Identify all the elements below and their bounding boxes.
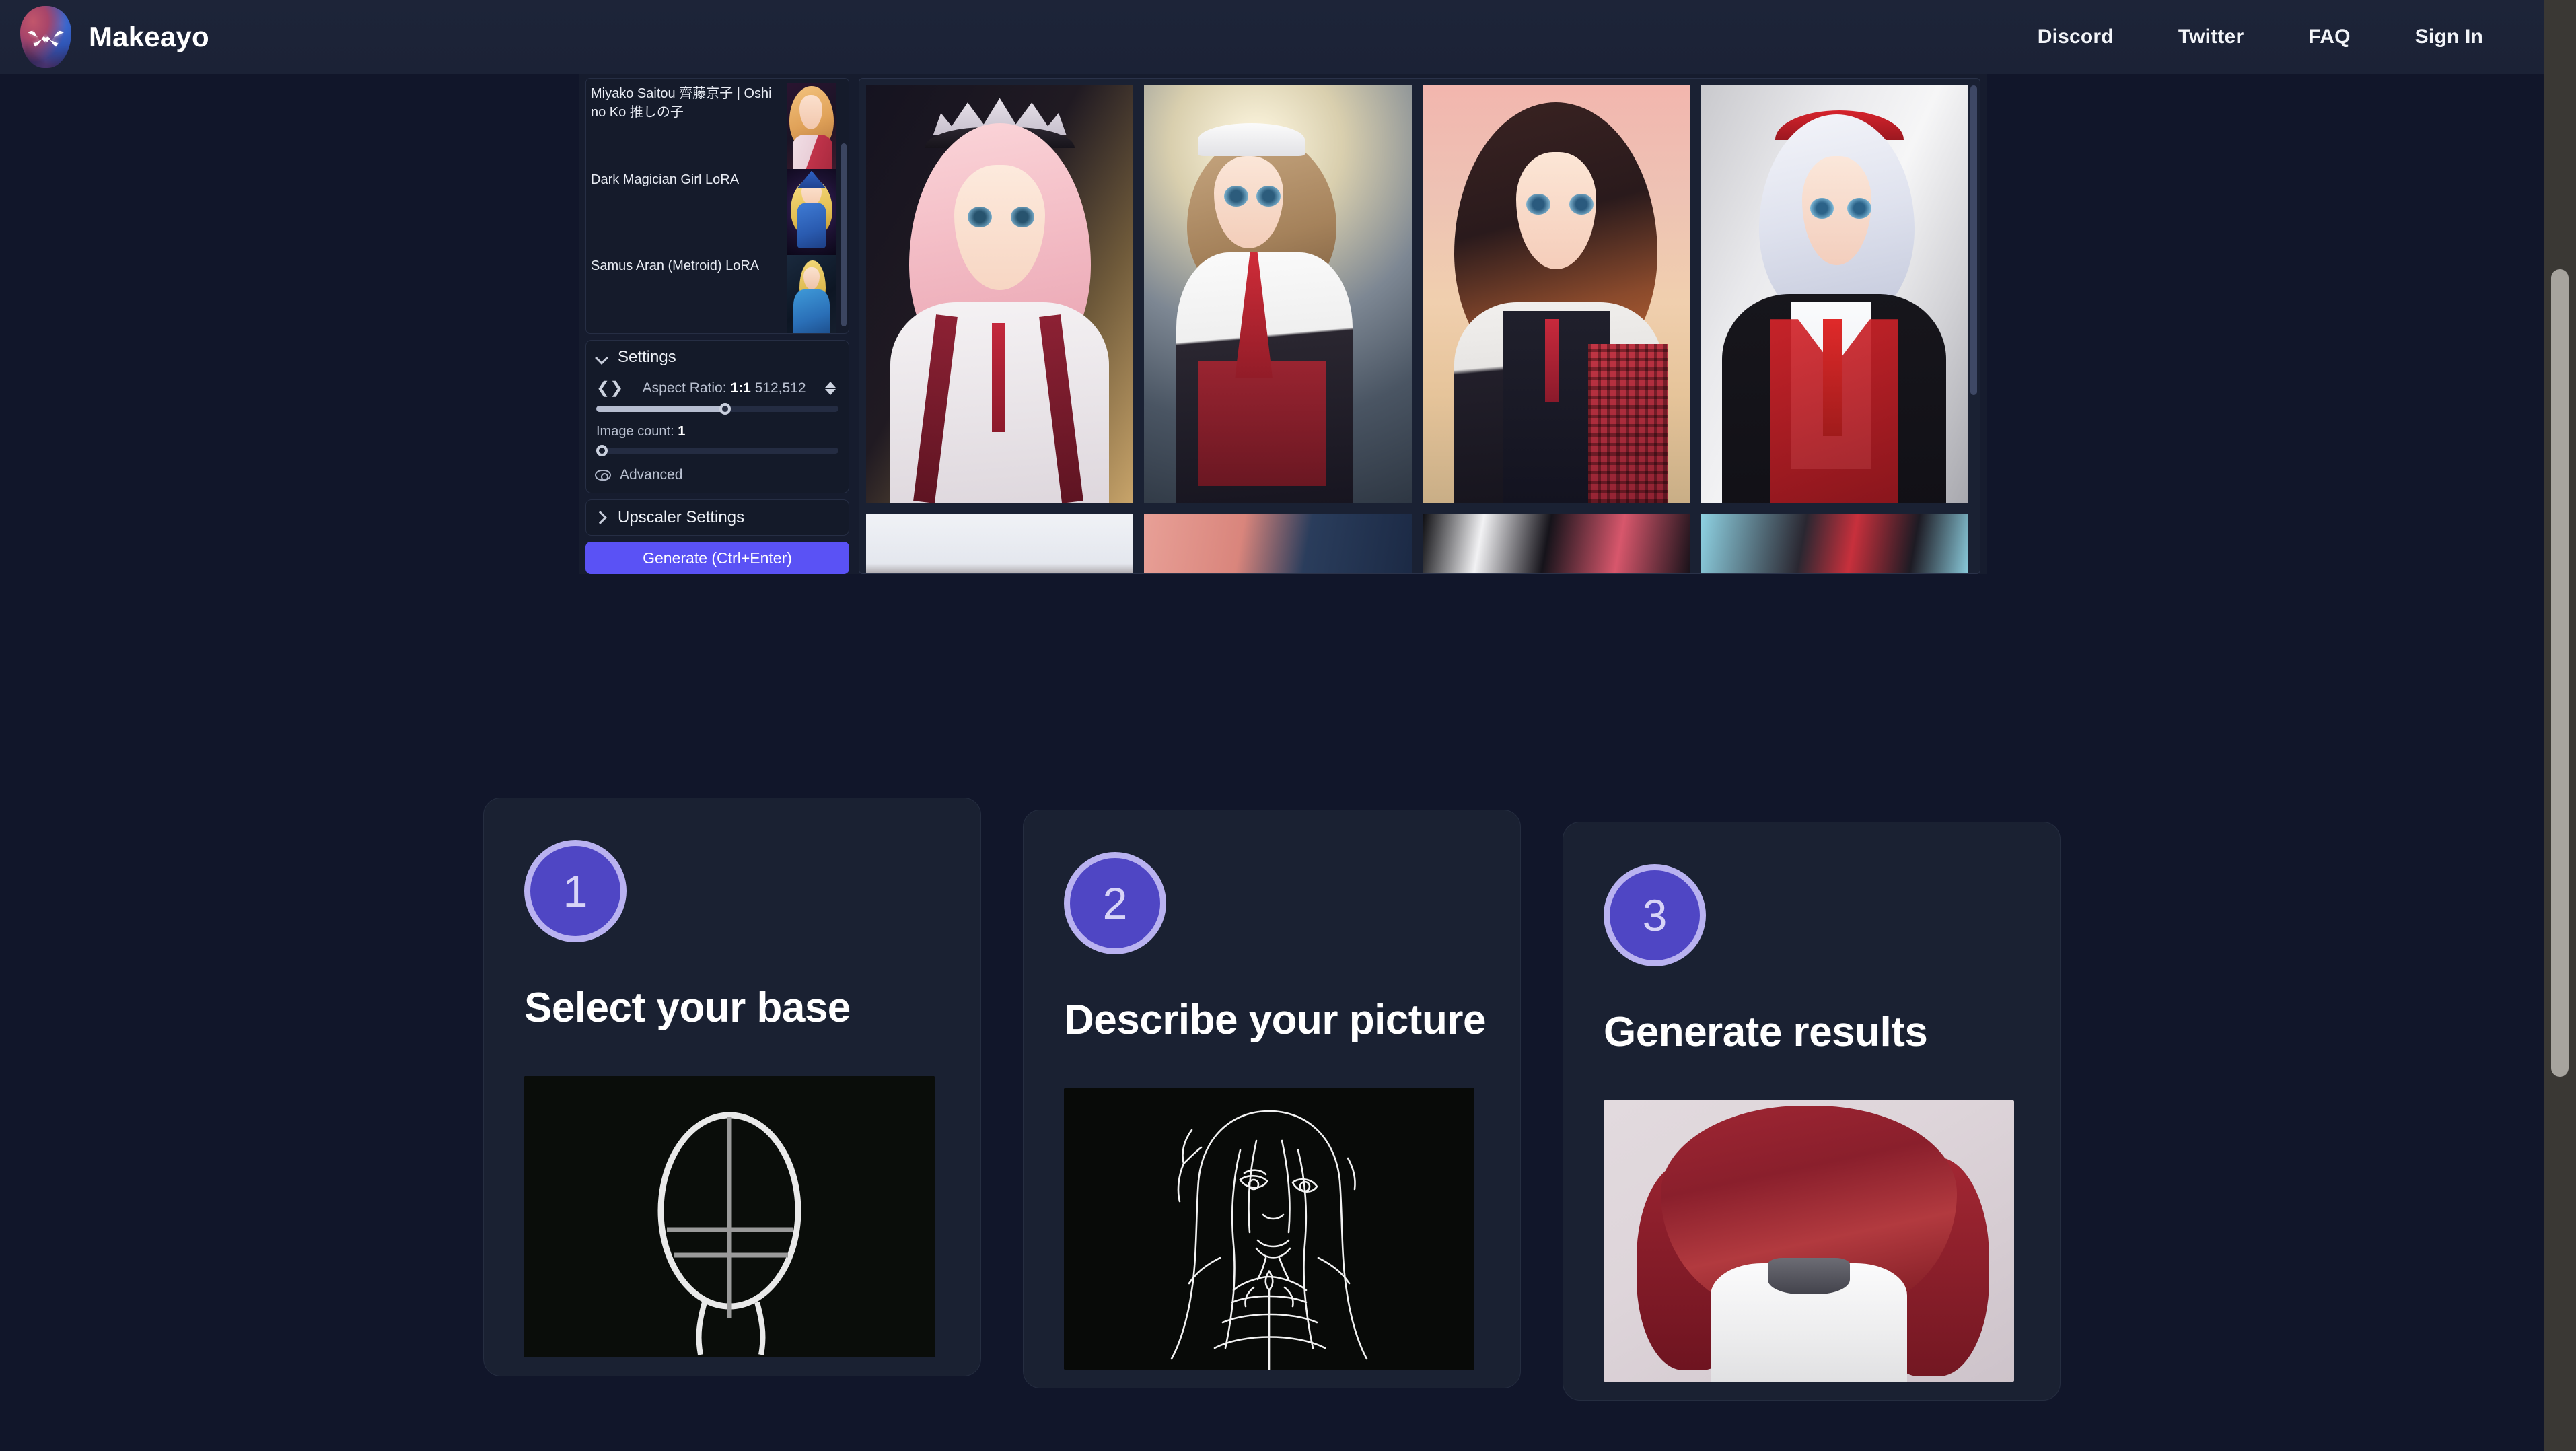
gallery-image[interactable] bbox=[1144, 514, 1412, 573]
gallery-image[interactable] bbox=[866, 514, 1134, 573]
lora-title: Samus Aran (Metroid) LoRA bbox=[591, 258, 760, 273]
step-thumbnail-result bbox=[1604, 1100, 2014, 1382]
upscaler-settings-title: Upscaler Settings bbox=[618, 508, 745, 527]
aspect-ratio-slider[interactable] bbox=[596, 403, 838, 415]
advanced-toggle[interactable]: Advanced bbox=[595, 467, 840, 483]
eye-icon bbox=[595, 470, 611, 481]
aspect-ratio-row: ❮❯ Aspect Ratio: 1:1 512,512 bbox=[595, 380, 840, 396]
gallery-image[interactable] bbox=[1422, 85, 1690, 503]
page-root: Makeayo Discord Twitter FAQ Sign In Miya… bbox=[0, 0, 2576, 1451]
aspect-ratio-text: Aspect Ratio: bbox=[642, 380, 727, 396]
image-count-label: Image count: 1 bbox=[596, 424, 838, 439]
upscaler-settings-header[interactable]: Upscaler Settings bbox=[585, 499, 849, 536]
generator-app-embed: Miyako Saitou 齊藤京子 | Oshi no Ko 推しの子 Dar… bbox=[579, 73, 1987, 574]
gallery-row-primary bbox=[866, 85, 1968, 503]
page-scrollbar-thumb[interactable] bbox=[2551, 269, 2569, 1077]
lora-list-panel[interactable]: Miyako Saitou 齊藤京子 | Oshi no Ko 推しの子 Dar… bbox=[585, 78, 849, 334]
aspect-ratio-value: 1:1 bbox=[730, 380, 751, 396]
makeayo-logo-icon bbox=[20, 6, 71, 68]
generator-controls-column: Miyako Saitou 齊藤京子 | Oshi no Ko 推しの子 Dar… bbox=[585, 78, 849, 574]
brand-logo[interactable]: Makeayo bbox=[20, 6, 209, 68]
settings-title: Settings bbox=[618, 348, 676, 367]
generated-image-gallery bbox=[859, 78, 1980, 574]
lora-thumbnail bbox=[787, 255, 836, 334]
nav-link-faq[interactable]: FAQ bbox=[2308, 26, 2350, 48]
nav-link-sign-in[interactable]: Sign In bbox=[2415, 26, 2483, 48]
aspect-ratio-prev-next-icon[interactable]: ❮❯ bbox=[596, 380, 623, 396]
image-count-value: 1 bbox=[678, 424, 686, 439]
gallery-image[interactable] bbox=[1700, 514, 1968, 573]
step-card-3: 3 Generate results bbox=[1563, 822, 2061, 1401]
settings-header[interactable]: Settings bbox=[595, 348, 840, 367]
how-it-works-steps: 1 Select your base 2 Describe your pictu… bbox=[0, 798, 2544, 1401]
step-title: Describe your picture bbox=[1064, 997, 1486, 1043]
gallery-row-secondary bbox=[866, 514, 1968, 573]
lora-thumbnail bbox=[787, 169, 836, 255]
step-card-1: 1 Select your base bbox=[483, 798, 981, 1376]
step-thumbnail-base bbox=[524, 1076, 935, 1357]
gallery-image[interactable] bbox=[1700, 85, 1968, 503]
lora-title: Miyako Saitou 齊藤京子 | Oshi no Ko 推しの子 bbox=[591, 86, 772, 120]
gallery-scrollbar[interactable] bbox=[1970, 85, 1977, 395]
top-navigation-bar: Makeayo Discord Twitter FAQ Sign In bbox=[0, 0, 2544, 74]
settings-panel: Settings ❮❯ Aspect Ratio: 1:1 512,512 Im… bbox=[585, 340, 849, 494]
step-number-badge: 2 bbox=[1064, 852, 1166, 954]
lora-list-scrollbar[interactable] bbox=[841, 143, 847, 326]
aspect-ratio-dimensions: 512,512 bbox=[754, 380, 806, 396]
chevron-right-icon bbox=[595, 511, 608, 524]
list-item[interactable]: Miyako Saitou 齊藤京子 | Oshi no Ko 推しの子 bbox=[586, 79, 849, 169]
gallery-image[interactable] bbox=[866, 85, 1134, 503]
lora-title: Dark Magician Girl LoRA bbox=[591, 172, 740, 187]
nav-links: Discord Twitter FAQ Sign In bbox=[2038, 26, 2483, 48]
list-item[interactable]: Dark Magician Girl LoRA bbox=[586, 165, 849, 255]
aspect-ratio-stepper[interactable] bbox=[825, 382, 836, 396]
generate-button[interactable]: Generate (Ctrl+Enter) bbox=[585, 542, 849, 574]
nav-link-twitter[interactable]: Twitter bbox=[2178, 26, 2244, 48]
step-number-badge: 3 bbox=[1604, 864, 1706, 966]
step-card-2: 2 Describe your picture bbox=[1023, 810, 1521, 1388]
line-art-portrait-icon bbox=[1170, 1110, 1368, 1370]
step-title: Select your base bbox=[524, 985, 851, 1031]
head-guide-icon bbox=[657, 1112, 801, 1355]
page-scrollbar[interactable] bbox=[2544, 0, 2576, 1451]
gallery-image[interactable] bbox=[1422, 514, 1690, 573]
image-count-slider[interactable] bbox=[596, 445, 838, 457]
chevron-down-icon bbox=[595, 351, 608, 364]
step-title: Generate results bbox=[1604, 1009, 1928, 1055]
brand-name: Makeayo bbox=[89, 21, 209, 52]
lora-thumbnail bbox=[787, 83, 836, 169]
step-number-badge: 1 bbox=[524, 840, 627, 942]
step-thumbnail-lineart bbox=[1064, 1088, 1474, 1370]
aspect-ratio-label: Aspect Ratio: 1:1 512,512 bbox=[643, 380, 806, 396]
advanced-label: Advanced bbox=[620, 467, 683, 483]
list-item[interactable]: Samus Aran (Metroid) LoRA bbox=[586, 251, 849, 334]
gallery-image[interactable] bbox=[1144, 85, 1412, 503]
image-count-text: Image count: bbox=[596, 424, 674, 439]
nav-link-discord[interactable]: Discord bbox=[2038, 26, 2114, 48]
